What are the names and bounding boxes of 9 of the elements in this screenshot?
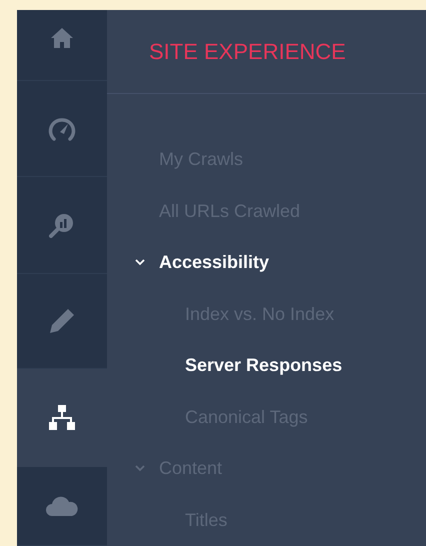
- search-icon: [49, 212, 75, 238]
- menu-item[interactable]: Accessibility: [159, 252, 270, 274]
- pencil-icon: [49, 308, 75, 334]
- section-title: SITE EXPERIENCE: [149, 39, 346, 65]
- cloud-icon: [46, 496, 78, 516]
- home-icon: [51, 28, 73, 48]
- menu-item[interactable]: Server Responses: [185, 355, 342, 376]
- sitemap-icon: [49, 404, 75, 431]
- gauge-icon: [48, 116, 76, 141]
